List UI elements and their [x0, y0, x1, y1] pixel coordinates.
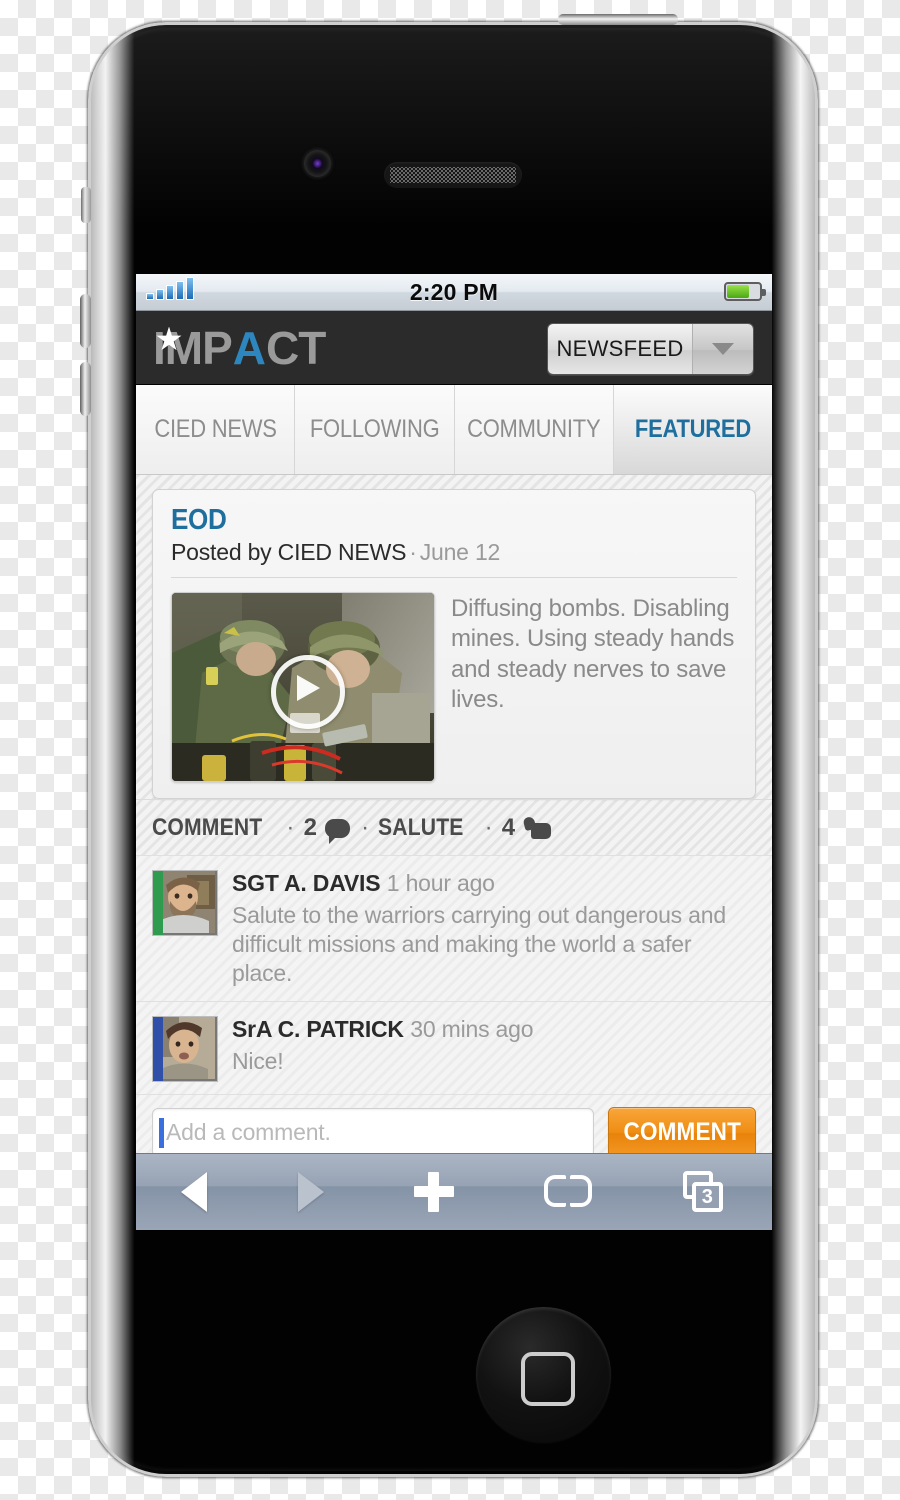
post-description: Diffusing bombs. Disabling mines. Using … [451, 595, 735, 714]
tab-label: FOLLOWING [309, 415, 440, 443]
action-separator: · [361, 814, 370, 841]
post-title-text: EOD [171, 504, 227, 536]
front-camera-icon [304, 150, 331, 177]
salute-count: 4 [501, 814, 516, 841]
volume-down-button-icon[interactable] [80, 362, 91, 416]
action-separator: · [286, 814, 295, 841]
post-divider [171, 577, 737, 578]
tab-count-badge: 3 [691, 1182, 723, 1212]
submit-comment-label: COMMENT [623, 1118, 741, 1147]
search-input[interactable]: Add a comment. [152, 1107, 594, 1155]
list-item: SGT A. DAVIS 1 hour ago Salute to the wa… [136, 855, 772, 1001]
text-cursor-icon [159, 1117, 164, 1148]
feed-content: EOD Posted by CIED NEWS · June 12 Diffus… [136, 475, 772, 1155]
plus-icon[interactable] [413, 1172, 454, 1212]
action-separator: · [484, 814, 493, 841]
volume-up-button-icon[interactable] [80, 294, 91, 348]
play-icon[interactable] [271, 655, 345, 729]
tab-label: CIED NEWS [153, 415, 277, 443]
comment-body: Nice! [232, 1047, 284, 1074]
submit-comment-button[interactable]: COMMENT [608, 1106, 756, 1155]
impact-logo: IMP A CT [153, 321, 326, 374]
post-body: Diffusing bombs. Disabling mines. Using … [171, 592, 737, 782]
chevron-down-icon[interactable] [692, 324, 753, 374]
post-action-bar: COMMENT · 2 · SALUTE · 4 [136, 799, 772, 855]
tab-community[interactable]: COMMUNITY [454, 385, 614, 474]
video-thumbnail[interactable] [171, 592, 435, 782]
avatar [152, 1015, 218, 1082]
avatar-accent-stripe [153, 1016, 163, 1081]
tab-following[interactable]: FOLLOWING [295, 385, 455, 474]
back-arrow-icon[interactable] [181, 1172, 208, 1212]
section-tab-bar: CIED NEWS FOLLOWING COMMUNITY FEATURED [136, 385, 772, 475]
comment-timestamp: 30 mins ago [410, 1015, 534, 1042]
speech-bubble-icon [325, 818, 351, 844]
comment-count: 2 [303, 814, 318, 841]
avatar [152, 870, 218, 936]
comment-input-placeholder: Add a comment. [166, 1119, 331, 1146]
comment-header: SrA C. PATRICK 30 mins ago [232, 1016, 756, 1044]
device-screen: 2:20 PM IMP A CT NEWSFEED CIED NEWS FOLLOW… [136, 274, 772, 1230]
comment-body: Salute to the warriors carrying out dang… [232, 901, 726, 987]
post-meta: Posted by CIED NEWS · June 12 [171, 539, 737, 566]
comment-composer: Add a comment. COMMENT [136, 1093, 772, 1155]
earpiece-speaker-icon [384, 162, 522, 188]
comment-header: SGT A. DAVIS 1 hour ago [232, 870, 756, 898]
meta-separator: · [409, 539, 417, 565]
tabs-icon[interactable]: 3 [682, 1171, 727, 1213]
comment-author: SrA C. PATRICK [232, 1015, 404, 1042]
book-icon[interactable] [544, 1175, 593, 1209]
comment-author: SGT A. DAVIS [232, 870, 381, 896]
post-date: June 12 [419, 539, 501, 565]
tab-label: COMMUNITY [466, 415, 601, 443]
home-button-square-icon [520, 1351, 575, 1406]
post-card: EOD Posted by CIED NEWS · June 12 Diffus… [152, 489, 756, 799]
mute-switch-icon[interactable] [81, 187, 91, 223]
app-header: IMP A CT NEWSFEED [136, 311, 772, 385]
ios-status-bar: 2:20 PM [136, 274, 772, 311]
newsfeed-dropdown-label: NEWSFEED [548, 324, 692, 374]
logo-accent-letter: A [232, 321, 266, 374]
logo-text-part2: CT [266, 321, 326, 374]
salute-action-label[interactable]: SALUTE [378, 814, 464, 842]
power-button-icon[interactable] [558, 14, 678, 25]
comment-action-label[interactable]: COMMENT [152, 814, 262, 842]
forward-arrow-icon[interactable] [297, 1172, 324, 1212]
status-bar-clock: 2:20 PM [409, 279, 499, 305]
newsfeed-dropdown[interactable]: NEWSFEED [547, 323, 754, 375]
tab-label: FEATURED [634, 415, 751, 443]
battery-icon [724, 282, 766, 301]
browser-toolbar: 3 [136, 1153, 772, 1230]
thumbs-up-icon[interactable] [524, 817, 552, 839]
tab-featured[interactable]: FEATURED [613, 385, 772, 474]
home-button-icon[interactable] [476, 1307, 611, 1442]
tab-cied-news[interactable]: CIED NEWS [136, 385, 296, 474]
page-title: EOD [171, 504, 737, 537]
post-author: Posted by CIED NEWS [171, 539, 407, 565]
avatar-accent-stripe [153, 871, 163, 935]
comment-timestamp: 1 hour ago [386, 870, 495, 896]
list-item: SrA C. PATRICK 30 mins ago Nice! [136, 1000, 772, 1094]
